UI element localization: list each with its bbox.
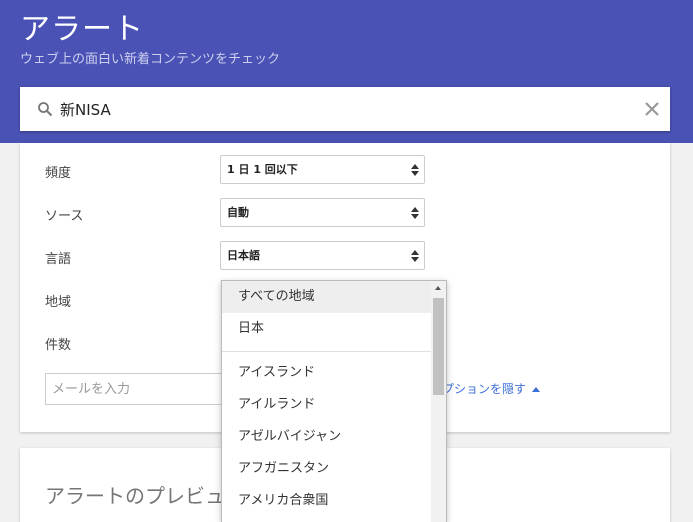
app-title: アラート [20, 12, 144, 47]
source-label: ソース [45, 209, 84, 224]
dropdown-scrollbar[interactable] [431, 281, 446, 522]
source-select[interactable]: 自動 [220, 198, 425, 227]
select-arrows-icon [411, 164, 419, 176]
app-subtitle: ウェブ上の面白い新着コンテンツをチェック [20, 52, 281, 67]
region-option[interactable]: アメリカ合衆国 [222, 485, 432, 517]
search-icon [38, 102, 53, 117]
close-icon[interactable] [643, 100, 661, 118]
language-value: 日本語 [227, 249, 260, 262]
region-option[interactable]: アフガニスタン [222, 453, 432, 485]
region-option-japan[interactable]: 日本 [222, 313, 432, 345]
region-options-list: すべての地域 日本 アイスランド アイルランド アゼルバイジャン アフガニスタン… [222, 281, 432, 517]
language-select[interactable]: 日本語 [220, 241, 425, 270]
source-value: 自動 [227, 206, 249, 219]
search-box [20, 87, 670, 131]
frequency-value: 1 日 1 回以下 [227, 163, 298, 176]
frequency-label: 頻度 [45, 166, 72, 181]
region-option[interactable]: アゼルバイジャン [222, 421, 432, 453]
scroll-thumb[interactable] [433, 298, 444, 395]
select-arrows-icon [411, 207, 419, 219]
frequency-select[interactable]: 1 日 1 回以下 [220, 155, 425, 184]
select-arrows-icon [411, 250, 419, 262]
region-option[interactable]: アイスランド [222, 357, 432, 389]
preview-title: アラートのプレビュー [45, 484, 245, 508]
email-input[interactable] [45, 373, 225, 405]
scroll-up-arrow-icon[interactable] [435, 286, 441, 290]
region-option-all[interactable]: すべての地域 [222, 281, 432, 313]
region-dropdown[interactable]: すべての地域 日本 アイスランド アイルランド アゼルバイジャン アフガニスタン… [221, 280, 447, 522]
region-label: 地域 [45, 295, 72, 310]
caret-up-icon [532, 387, 541, 392]
count-label: 件数 [45, 338, 72, 353]
language-label: 言語 [45, 252, 72, 267]
search-input[interactable] [60, 87, 620, 131]
dropdown-divider [222, 351, 432, 352]
region-option[interactable]: アイルランド [222, 389, 432, 421]
